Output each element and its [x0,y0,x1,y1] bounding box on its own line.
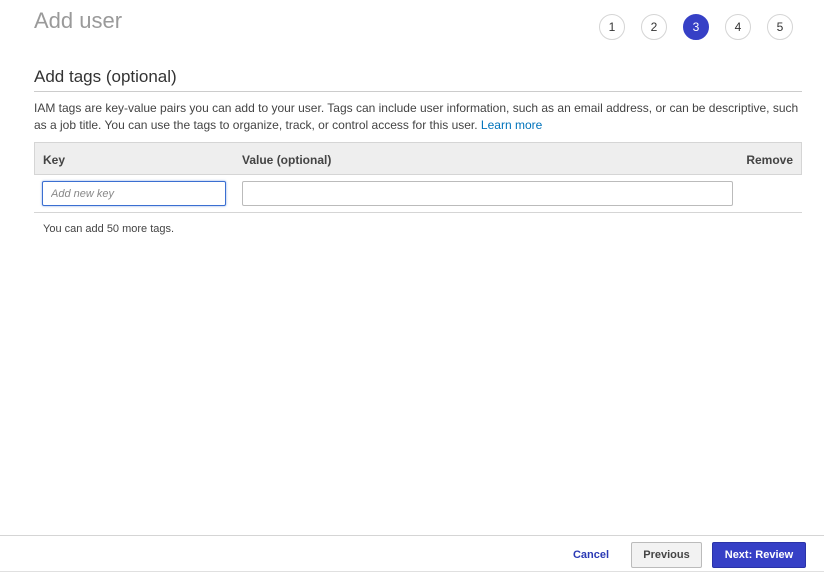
cancel-button[interactable]: Cancel [567,542,615,568]
tags-remaining-text: You can add 50 more tags. [43,223,175,235]
previous-button[interactable]: Previous [631,542,702,568]
column-header-remove: Remove [746,153,793,167]
learn-more-link[interactable]: Learn more [481,118,542,132]
column-header-value: Value (optional) [242,153,332,167]
tag-value-input[interactable] [242,181,733,206]
step-1[interactable]: 1 [599,14,625,40]
section-description: IAM tags are key-value pairs you can add… [34,100,800,134]
step-3-active[interactable]: 3 [683,14,709,40]
wizard-steps: 1 2 3 4 5 [599,14,793,40]
tags-table: Key Value (optional) Remove [34,142,802,213]
section-divider [34,91,802,92]
page-title: Add user [34,8,123,33]
footer-divider [0,571,824,572]
next-review-button[interactable]: Next: Review [712,542,806,568]
table-header: Key Value (optional) Remove [34,142,802,175]
add-user-page: Add user 1 2 3 4 5 Add tags (optional) I… [0,0,824,573]
column-header-key: Key [43,153,66,167]
step-4[interactable]: 4 [725,14,751,40]
step-5[interactable]: 5 [767,14,793,40]
footer-bar: Cancel Previous Next: Review [0,535,824,573]
description-text: IAM tags are key-value pairs you can add… [34,101,799,132]
step-2[interactable]: 2 [641,14,667,40]
tag-key-input[interactable] [42,181,226,206]
section-title: Add tags (optional) [34,67,177,86]
table-row [34,175,802,213]
